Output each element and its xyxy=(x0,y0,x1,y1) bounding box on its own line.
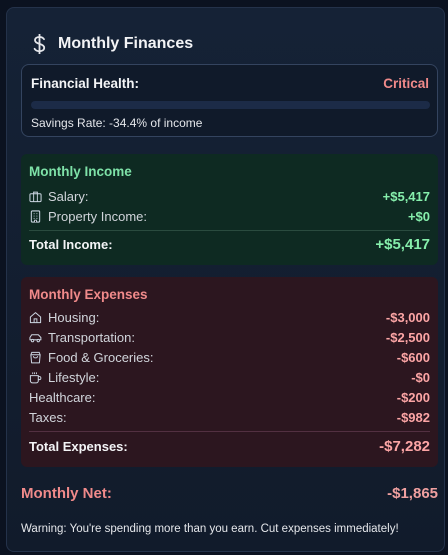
expense-row-housing: Housing: -$3,000 xyxy=(29,308,430,326)
expense-row-transportation: Transportation: -$2,500 xyxy=(29,328,430,346)
page-title: Monthly Finances xyxy=(58,35,194,52)
savings-rate-text: Savings Rate: -34.4% of income xyxy=(31,116,203,130)
monthly-net-label: Monthly Net: xyxy=(21,484,112,502)
expense-amount: -$600 xyxy=(396,349,430,365)
expenses-title: Monthly Expenses xyxy=(29,287,148,302)
coffee-icon xyxy=(29,371,42,383)
total-income-label: Total Income: xyxy=(29,237,113,252)
warning-message: Warning: You're spending more than you e… xyxy=(21,523,399,535)
income-divider xyxy=(29,230,430,231)
expense-label: Food & Groceries: xyxy=(48,349,154,365)
shopping-bag-icon xyxy=(30,351,41,363)
income-row-property: Property Income: +$0 xyxy=(29,207,430,225)
expense-row-food: Food & Groceries: -$600 xyxy=(29,348,430,366)
expense-amount: -$0 xyxy=(411,369,430,385)
monthly-net-row: Monthly Net: -$1,865 xyxy=(21,483,438,503)
expense-amount: -$2,500 xyxy=(385,329,430,345)
income-total-row: Total Income: +$5,417 xyxy=(29,236,430,253)
expense-amount: -$3,000 xyxy=(385,309,430,325)
income-label: Salary: xyxy=(48,188,89,204)
expense-label: Taxes: xyxy=(29,409,67,425)
monthly-net-value: -$1,865 xyxy=(387,484,438,502)
expenses-divider xyxy=(29,431,430,432)
income-amount: +$5,417 xyxy=(382,188,430,204)
income-row-salary: Salary: +$5,417 xyxy=(29,187,430,205)
dollar-icon xyxy=(33,34,46,54)
expense-label: Housing: xyxy=(48,309,100,325)
briefcase-icon xyxy=(29,191,42,202)
expenses-total-row: Total Expenses: -$7,282 xyxy=(29,438,430,455)
expense-row-healthcare: Healthcare: -$200 xyxy=(29,388,430,406)
building-icon xyxy=(30,209,41,223)
expense-row-taxes: Taxes: -$982 xyxy=(29,408,430,426)
health-progress-bar xyxy=(31,101,430,109)
health-label: Financial Health: xyxy=(31,76,140,91)
health-status-badge: Critical xyxy=(383,76,429,91)
income-title: Monthly Income xyxy=(29,164,132,179)
total-expenses-label: Total Expenses: xyxy=(29,439,128,454)
expense-amount: -$200 xyxy=(396,389,430,405)
income-amount: +$0 xyxy=(407,208,430,224)
expense-row-lifestyle: Lifestyle: -$0 xyxy=(29,368,430,386)
panel-header: Monthly Finances xyxy=(31,31,193,57)
income-label: Property Income: xyxy=(48,208,147,224)
expenses-card: Monthly Expenses Housing: -$3,000 Transp… xyxy=(21,277,438,467)
expense-label: Healthcare: xyxy=(29,389,96,405)
income-card: Monthly Income Salary: +$5,417 Property … xyxy=(21,154,438,265)
car-icon xyxy=(29,333,42,342)
expense-label: Lifestyle: xyxy=(48,369,100,385)
expense-label: Transportation: xyxy=(48,329,135,345)
expense-amount: -$982 xyxy=(396,409,430,425)
total-income-value: +$5,417 xyxy=(375,236,430,253)
financial-health-card: Financial Health: Critical Savings Rate:… xyxy=(21,64,438,137)
home-icon xyxy=(29,311,42,323)
total-expenses-value: -$7,282 xyxy=(379,438,430,455)
